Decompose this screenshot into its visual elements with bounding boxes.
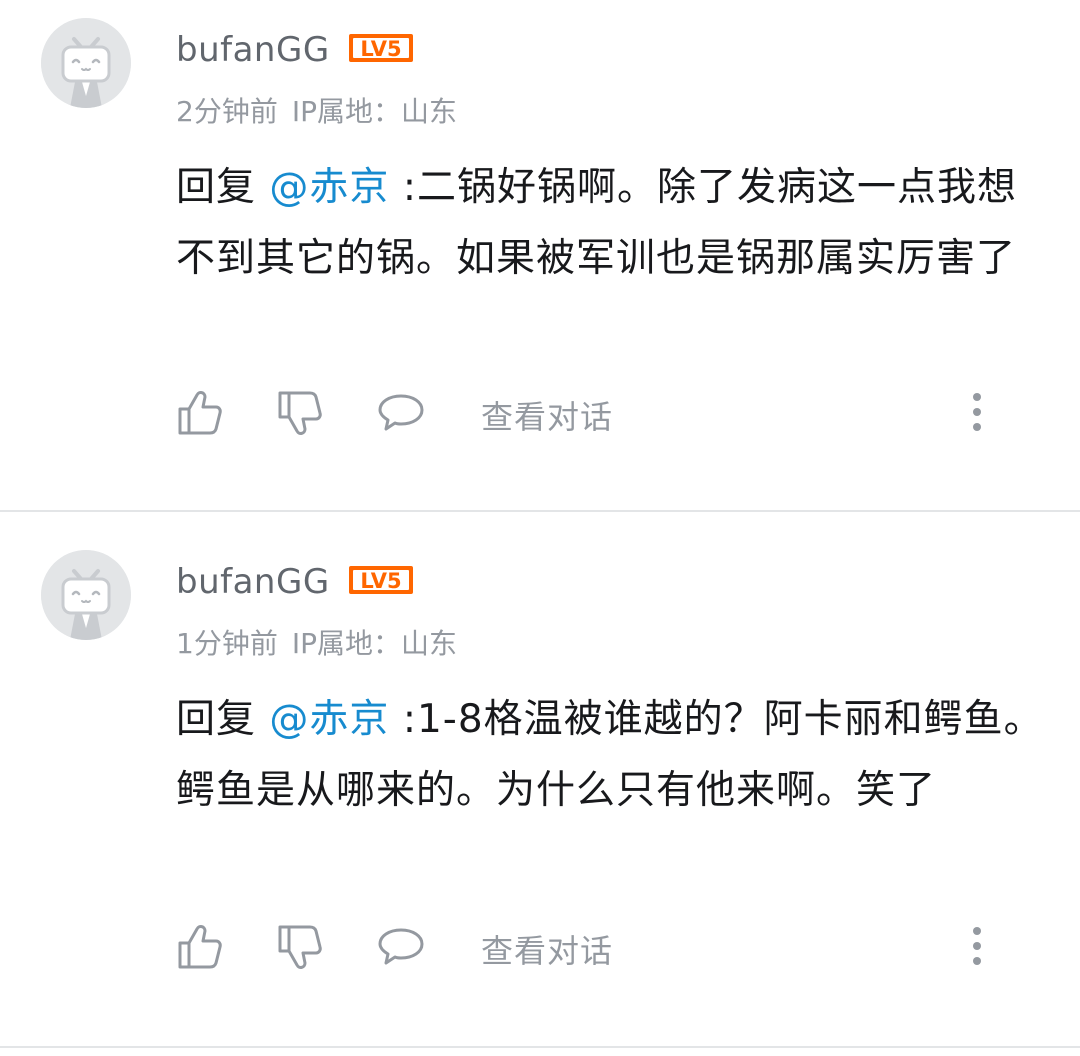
reply-prefix: 回复: [176, 165, 270, 210]
divider: [0, 1046, 1080, 1048]
more-vertical-icon[interactable]: [964, 388, 990, 438]
comment-time: 1分钟前: [176, 627, 278, 660]
comment-meta: 2分钟前 IP属地：山东: [176, 90, 457, 130]
thumbs-down-icon[interactable]: [276, 388, 326, 438]
view-conversation-button[interactable]: 查看对话: [481, 926, 613, 972]
level-badge: LV5: [348, 565, 414, 599]
avatar[interactable]: [41, 18, 131, 108]
chat-bubble-icon[interactable]: [376, 388, 426, 438]
ip-location: IP属地：山东: [291, 95, 457, 128]
ip-location: IP属地：山东: [291, 627, 457, 660]
view-conversation-button[interactable]: 查看对话: [481, 392, 613, 438]
level-badge-icon: LV5: [348, 566, 413, 594]
level-badge-icon: LV5: [348, 34, 413, 62]
comment-meta: 1分钟前 IP属地：山东: [176, 622, 457, 662]
username-row: bufanGG LV5: [176, 28, 414, 72]
reply-prefix: 回复: [176, 697, 270, 742]
username[interactable]: bufanGG: [176, 562, 330, 602]
thumbs-up-icon[interactable]: [176, 388, 226, 438]
level-badge-text: LV5: [360, 569, 401, 593]
bilibili-tv-avatar-icon: [41, 550, 131, 640]
level-badge: LV5: [348, 33, 414, 67]
comment-actions: 查看对话: [176, 388, 1006, 438]
level-badge-text: LV5: [360, 37, 401, 61]
username-row: bufanGG LV5: [176, 560, 414, 604]
comment-content: 回复 @赤京 :二锅好锅啊。除了发病这一点我想不到其它的锅。如果被军训也是锅那属…: [176, 152, 1046, 294]
mention-link[interactable]: @赤京: [269, 697, 389, 742]
divider: [0, 510, 1080, 512]
mention-link[interactable]: @赤京: [269, 165, 389, 210]
username[interactable]: bufanGG: [176, 30, 330, 70]
comment-time: 2分钟前: [176, 95, 278, 128]
comment-content: 回复 @赤京 :1-8格温被谁越的？阿卡丽和鳄鱼。鳄鱼是从哪来的。为什么只有他来…: [176, 684, 1046, 826]
avatar[interactable]: [41, 550, 131, 640]
thumbs-down-icon[interactable]: [276, 922, 326, 972]
comment-actions: 查看对话: [176, 922, 1006, 972]
bilibili-tv-avatar-icon: [41, 18, 131, 108]
more-vertical-icon[interactable]: [964, 922, 990, 972]
thumbs-up-icon[interactable]: [176, 922, 226, 972]
chat-bubble-icon[interactable]: [376, 922, 426, 972]
